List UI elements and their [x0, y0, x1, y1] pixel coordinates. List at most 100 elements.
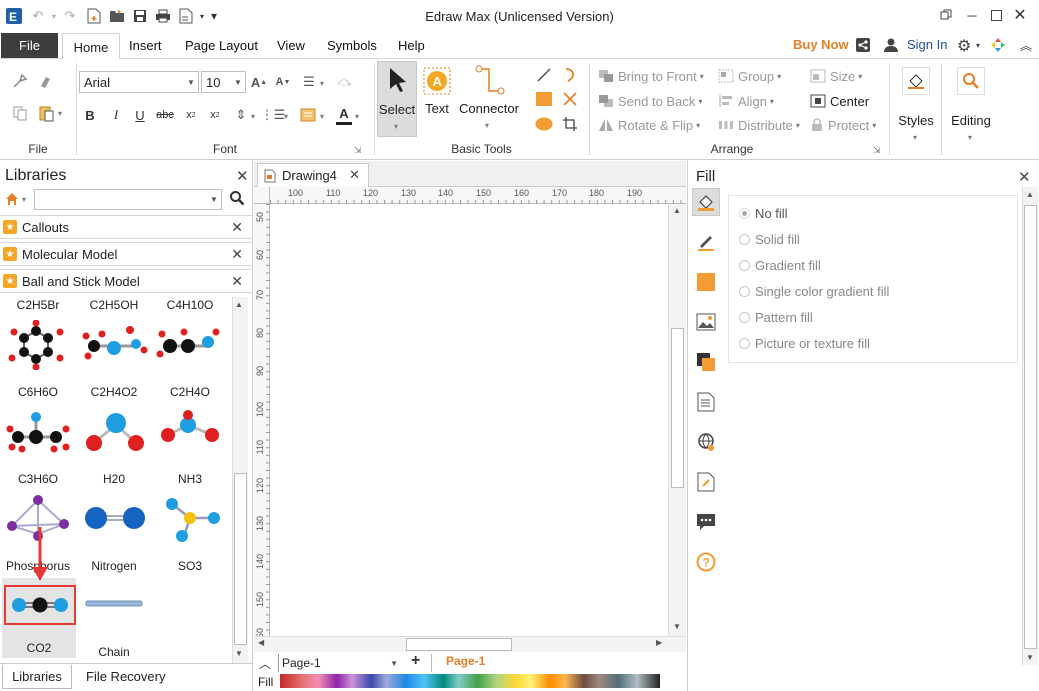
scroll-thumb[interactable]: [1024, 205, 1037, 649]
strikethrough-button[interactable]: abc: [155, 105, 175, 125]
canvas-vertical-scrollbar[interactable]: ▲ ▼: [668, 204, 686, 636]
text-tool-button[interactable]: A Text: [420, 61, 454, 137]
tab-insert[interactable]: Insert: [129, 38, 162, 53]
help-icon[interactable]: ?: [692, 548, 720, 576]
fill-option-gradient-fill[interactable]: Gradient fill: [739, 258, 821, 273]
connector-tool-button[interactable]: Connector ▾: [456, 61, 522, 137]
layers-icon[interactable]: [692, 348, 720, 376]
shape-tile-co2-selected[interactable]: CO2: [2, 578, 76, 658]
arrange-dialog-launcher-icon[interactable]: ⇲: [873, 145, 881, 156]
arc-tool-icon[interactable]: [560, 65, 580, 85]
minimize-button[interactable]: ─: [960, 5, 984, 25]
paste-icon[interactable]: [36, 103, 56, 123]
fill-option-no-fill[interactable]: No fill: [739, 206, 788, 221]
text-align-icon[interactable]: ☰: [298, 72, 320, 92]
restore-down-icon[interactable]: [934, 5, 958, 25]
font-dialog-launcher-icon[interactable]: ⇲: [354, 145, 362, 156]
rectangle-tool-icon[interactable]: [534, 89, 554, 109]
distribute-button[interactable]: Distribute ▾: [718, 116, 818, 134]
library-search-input[interactable]: ▼: [34, 189, 222, 210]
close-icon[interactable]: ✕: [1018, 168, 1031, 186]
line-spacing-dropdown-icon[interactable]: ▾: [251, 112, 255, 121]
color-swatches[interactable]: [280, 674, 660, 688]
center-button[interactable]: Center: [810, 92, 880, 110]
library-section-molecular-model[interactable]: ★ Molecular Model ✕: [0, 242, 252, 266]
scroll-up-icon[interactable]: ▲: [673, 206, 681, 215]
font-color-icon[interactable]: A: [336, 105, 352, 125]
protect-button[interactable]: Protect ▾: [810, 116, 886, 134]
subscript-button[interactable]: x2: [182, 105, 200, 125]
fill-tool-paint-bucket-icon[interactable]: [692, 188, 720, 216]
library-home-icon[interactable]: [4, 191, 20, 210]
tab-page-layout[interactable]: Page Layout: [185, 38, 258, 53]
clear-format-icon[interactable]: [36, 71, 56, 91]
font-name-combo[interactable]: Arial ▼: [79, 71, 199, 93]
scroll-down-icon[interactable]: ▼: [1026, 653, 1034, 662]
editing-button[interactable]: Editing ▾: [945, 63, 997, 147]
pen-tool-icon[interactable]: [560, 89, 580, 109]
molecule-chain[interactable]: [84, 598, 144, 610]
font-color-dropdown-icon[interactable]: ▾: [355, 112, 359, 121]
molecule-so3[interactable]: [156, 494, 226, 544]
align-dropdown-icon[interactable]: ▾: [320, 79, 324, 88]
tab-home[interactable]: Home: [62, 33, 120, 60]
library-scrollbar[interactable]: ▲ ▼: [232, 297, 248, 663]
library-section-ball-and-stick[interactable]: ★ Ball and Stick Model ✕: [0, 269, 252, 293]
maximize-button[interactable]: [984, 5, 1008, 25]
settings-dropdown-icon[interactable]: ▾: [976, 41, 980, 50]
size-button[interactable]: Size ▾: [810, 67, 880, 85]
text-direction-icon[interactable]: ⤼: [332, 72, 358, 92]
scroll-thumb[interactable]: [406, 638, 512, 651]
align-button[interactable]: Align ▾: [718, 92, 798, 110]
decrease-font-icon[interactable]: A ▼: [274, 72, 292, 92]
page-selector[interactable]: Page-1 ▼: [278, 654, 398, 672]
format-painter-icon[interactable]: [10, 71, 30, 91]
document-tab[interactable]: Drawing4 ✕: [257, 163, 369, 187]
text-block-icon[interactable]: [298, 105, 318, 125]
drawing-canvas[interactable]: [270, 204, 668, 636]
close-icon[interactable]: ✕: [231, 246, 243, 263]
bullets-dropdown-icon[interactable]: ▾: [284, 112, 288, 121]
send-to-back-button[interactable]: Send to Back ▾: [598, 92, 718, 110]
fill-option-solid-fill[interactable]: Solid fill: [739, 232, 800, 247]
line-tool-icon[interactable]: [534, 65, 554, 85]
molecule-c3h6o[interactable]: [4, 407, 74, 457]
molecule-c2h4o[interactable]: [156, 320, 226, 370]
collapse-ribbon-icon[interactable]: ︽: [1020, 37, 1032, 54]
scroll-thumb[interactable]: [671, 328, 684, 488]
fill-option-pattern-fill[interactable]: Pattern fill: [739, 310, 813, 325]
crop-tool-icon[interactable]: [560, 114, 580, 134]
close-icon[interactable]: ✕: [231, 273, 243, 290]
scroll-up-icon[interactable]: ▲: [1026, 190, 1034, 199]
tab-help[interactable]: Help: [398, 38, 425, 53]
close-icon[interactable]: ✕: [236, 167, 249, 185]
copy-icon[interactable]: [10, 103, 30, 123]
active-page-tab[interactable]: Page-1: [431, 654, 485, 672]
scroll-thumb[interactable]: [234, 473, 247, 645]
paste-dropdown-icon[interactable]: ▾: [58, 109, 62, 118]
user-icon[interactable]: [883, 37, 899, 56]
shadow-square-icon[interactable]: [692, 268, 720, 296]
search-icon[interactable]: [229, 190, 245, 209]
image-icon[interactable]: [692, 308, 720, 336]
library-home-dropdown-icon[interactable]: ▾: [22, 195, 26, 204]
bullets-icon[interactable]: ⋮☰: [261, 105, 286, 125]
settings-gear-icon[interactable]: ⚙: [957, 36, 971, 56]
apps-icon[interactable]: [990, 37, 1006, 56]
share-icon[interactable]: [855, 37, 871, 56]
molecule-h2o[interactable]: [80, 407, 150, 457]
line-spacing-icon[interactable]: ⇕: [232, 105, 250, 125]
library-section-callouts[interactable]: ★ Callouts ✕: [0, 215, 252, 239]
close-icon[interactable]: ✕: [349, 167, 360, 183]
line-tool-pen-icon[interactable]: [692, 228, 720, 256]
ellipse-tool-icon[interactable]: [534, 114, 554, 134]
molecule-nitrogen[interactable]: [80, 494, 150, 544]
molecule-nh3[interactable]: [156, 407, 226, 457]
tab-libraries[interactable]: Libraries: [2, 665, 72, 689]
tab-symbols[interactable]: Symbols: [327, 38, 377, 53]
bold-button[interactable]: B: [82, 105, 98, 125]
select-tool-button[interactable]: Select ▾: [377, 61, 417, 137]
sign-in-link[interactable]: Sign In: [907, 37, 947, 52]
increase-font-icon[interactable]: A ▲: [250, 72, 268, 92]
tab-view[interactable]: View: [277, 38, 305, 53]
